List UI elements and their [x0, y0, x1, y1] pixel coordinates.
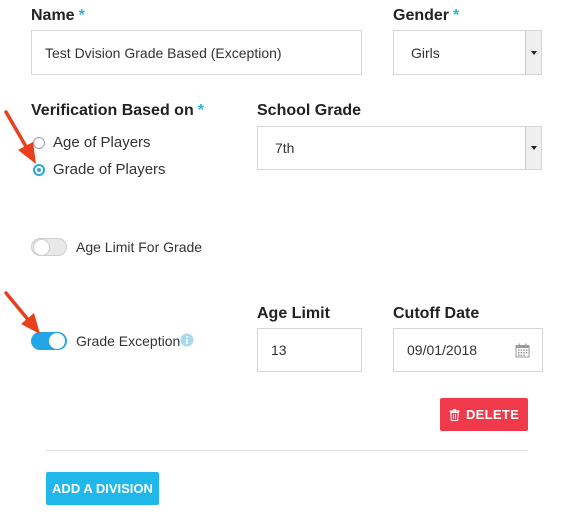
cutoff-date-label: Cutoff Date — [393, 305, 480, 322]
gender-selected-value: Girls — [411, 44, 440, 61]
delete-button-label: DELETE — [465, 407, 520, 422]
gender-select[interactable]: Girls — [393, 30, 542, 75]
required-marker: * — [78, 7, 85, 24]
chevron-down-icon[interactable] — [525, 31, 541, 74]
name-input-value: Test Dvision Grade Based (Exception) — [45, 44, 282, 61]
school-grade-label: School Grade — [257, 102, 362, 119]
age-limit-for-grade-label: Age Limit For Grade — [76, 239, 203, 255]
verification-label: Verification Based on * — [31, 102, 204, 119]
cutoff-date-value: 09/01/2018 — [407, 342, 478, 358]
divider — [45, 450, 528, 451]
calendar-icon[interactable] — [515, 343, 530, 358]
gender-label: Gender * — [393, 7, 460, 24]
age-limit-value: 13 — [271, 342, 287, 358]
toggle-knob — [33, 239, 50, 256]
name-label: Name * — [31, 7, 85, 24]
chevron-down-icon[interactable] — [525, 127, 541, 169]
school-grade-select[interactable]: 7th — [257, 126, 542, 170]
age-limit-input[interactable]: 13 — [257, 328, 362, 372]
delete-button[interactable]: DELETE — [440, 398, 528, 431]
add-division-button[interactable]: ADD A DIVISION — [46, 472, 159, 505]
radio-age-of-players[interactable]: Age of Players — [33, 134, 151, 151]
annotation-arrow-icon — [4, 291, 40, 334]
trash-icon — [449, 408, 460, 421]
radio-grade-of-players[interactable]: Grade of Players — [33, 161, 166, 178]
required-marker: * — [453, 7, 460, 24]
info-icon[interactable] — [180, 333, 194, 347]
age-limit-for-grade-toggle[interactable] — [31, 238, 67, 256]
age-limit-label: Age Limit — [257, 305, 330, 322]
school-grade-selected-value: 7th — [275, 140, 295, 156]
required-marker: * — [197, 102, 204, 119]
grade-exception-label: Grade Exception — [76, 333, 181, 349]
cutoff-date-input[interactable]: 09/01/2018 — [393, 328, 543, 372]
toggle-knob — [49, 333, 65, 349]
name-input[interactable]: Test Dvision Grade Based (Exception) — [31, 30, 362, 75]
add-division-label: ADD A DIVISION — [52, 481, 153, 496]
annotation-arrow-icon — [4, 110, 36, 164]
